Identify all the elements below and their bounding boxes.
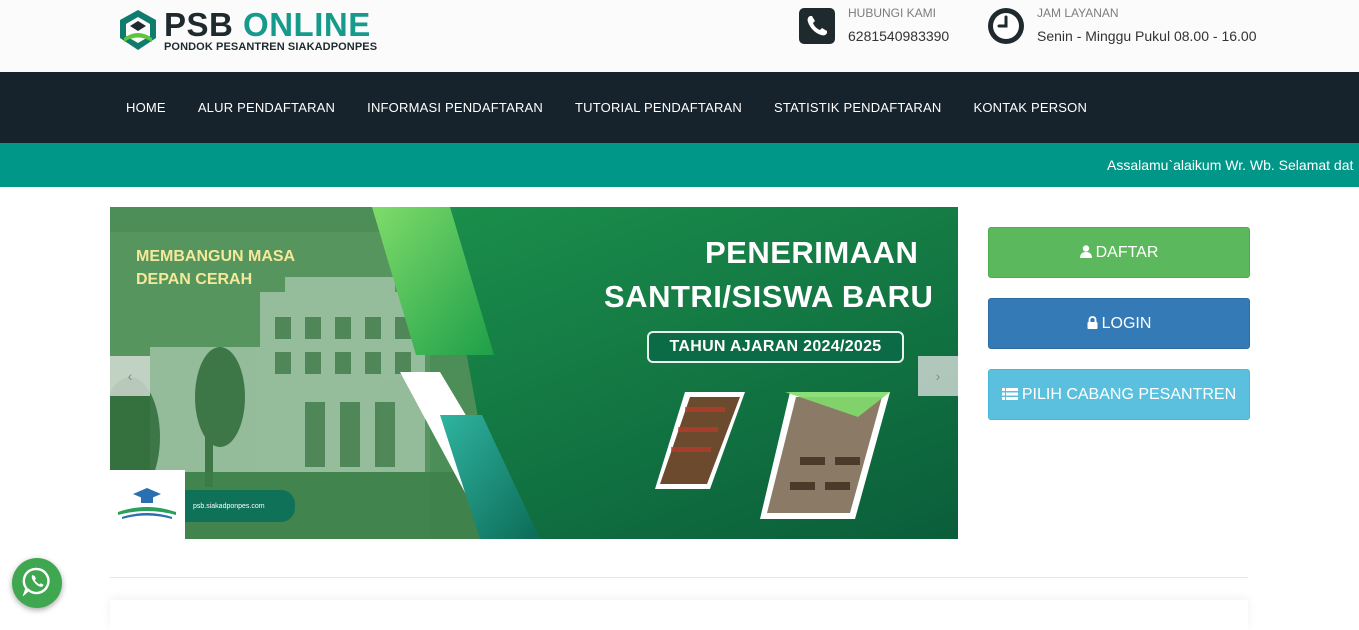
phone-number[interactable]: 6281540983390 — [848, 28, 949, 44]
user-icon — [1079, 244, 1092, 261]
slide-year-badge: TAHUN AJARAN 2024/2025 — [647, 331, 904, 363]
pilih-cabang-label: PILIH CABANG PESANTREN — [1021, 385, 1237, 403]
list-icon — [1001, 387, 1018, 403]
nav-item-tutorial-pendaftaran[interactable]: TUTORIAL PENDAFTARAN — [559, 100, 758, 115]
slide-heading-2: SANTRI/SISWA BARU — [604, 279, 934, 314]
daftar-label: DAFTAR — [1095, 243, 1159, 261]
nav-item-statistik-pendaftaran[interactable]: STATISTIK PENDAFTARAN — [758, 100, 957, 115]
phone-icon — [799, 8, 835, 44]
lock-icon — [1087, 315, 1098, 332]
news-ticker: Assalamu`alaikum Wr. Wb. Selamat dat — [0, 143, 1359, 187]
main-navbar: HOME ALUR PENDAFTARAN INFORMASI PENDAFTA… — [0, 72, 1359, 143]
site-logo[interactable]: PSB ONLINE PONDOK PESANTREN SIAKADPONPES — [116, 8, 377, 53]
nav-item-kontak-person[interactable]: KONTAK PERSON — [957, 100, 1103, 115]
contact-phone: HUBUNGI KAMI 6281540983390 — [799, 6, 949, 44]
nav-menu: HOME ALUR PENDAFTARAN INFORMASI PENDAFTA… — [110, 72, 1103, 143]
whatsapp-button[interactable] — [12, 558, 62, 608]
carousel-next-button[interactable]: › — [918, 356, 958, 396]
clock-icon — [988, 8, 1024, 44]
ticker-text: Assalamu`alaikum Wr. Wb. Selamat dat — [1107, 157, 1354, 173]
hours-label: JAM LAYANAN — [1037, 6, 1119, 20]
chevron-left-icon: ‹ — [127, 368, 133, 384]
section-divider — [110, 577, 1248, 578]
logo-text: PSB ONLINE PONDOK PESANTREN SIAKADPONPES — [164, 8, 377, 53]
whatsapp-icon — [22, 566, 52, 601]
logo-icon — [116, 8, 160, 52]
top-header: PSB ONLINE PONDOK PESANTREN SIAKADPONPES… — [0, 0, 1359, 72]
contact-hours: JAM LAYANAN Senin - Minggu Pukul 08.00 -… — [988, 6, 1256, 44]
nav-item-informasi-pendaftaran[interactable]: INFORMASI PENDAFTARAN — [351, 100, 559, 115]
hours-value: Senin - Minggu Pukul 08.00 - 16.00 — [1037, 28, 1257, 44]
slide-tagline: MEMBANGUN MASA DEPAN CERAH — [136, 248, 296, 288]
nav-item-alur-pendaftaran[interactable]: ALUR PENDAFTARAN — [182, 100, 351, 115]
carousel-prev-button[interactable]: ‹ — [110, 356, 150, 396]
content-card-top-edge — [110, 600, 1248, 630]
nav-item-home[interactable]: HOME — [110, 100, 182, 115]
daftar-button[interactable]: DAFTAR — [988, 227, 1250, 278]
login-label: LOGIN — [1101, 314, 1152, 332]
slide-heading-1: PENERIMAAN — [705, 235, 919, 270]
chevron-right-icon: › — [935, 368, 941, 384]
phone-label: HUBUNGI KAMI — [848, 6, 937, 20]
brand-subtitle: PONDOK PESANTREN SIAKADPONPES — [164, 41, 378, 53]
brand-title: PSB ONLINE — [164, 6, 371, 43]
slide-url: psb.siakadponpes.com — [185, 490, 295, 522]
hero-carousel: MEMBANGUN MASA DEPAN CERAH PENERIMAAN SA… — [110, 207, 958, 539]
login-button[interactable]: LOGIN — [988, 298, 1250, 349]
pilih-cabang-button[interactable]: PILIH CABANG PESANTREN — [988, 369, 1250, 420]
